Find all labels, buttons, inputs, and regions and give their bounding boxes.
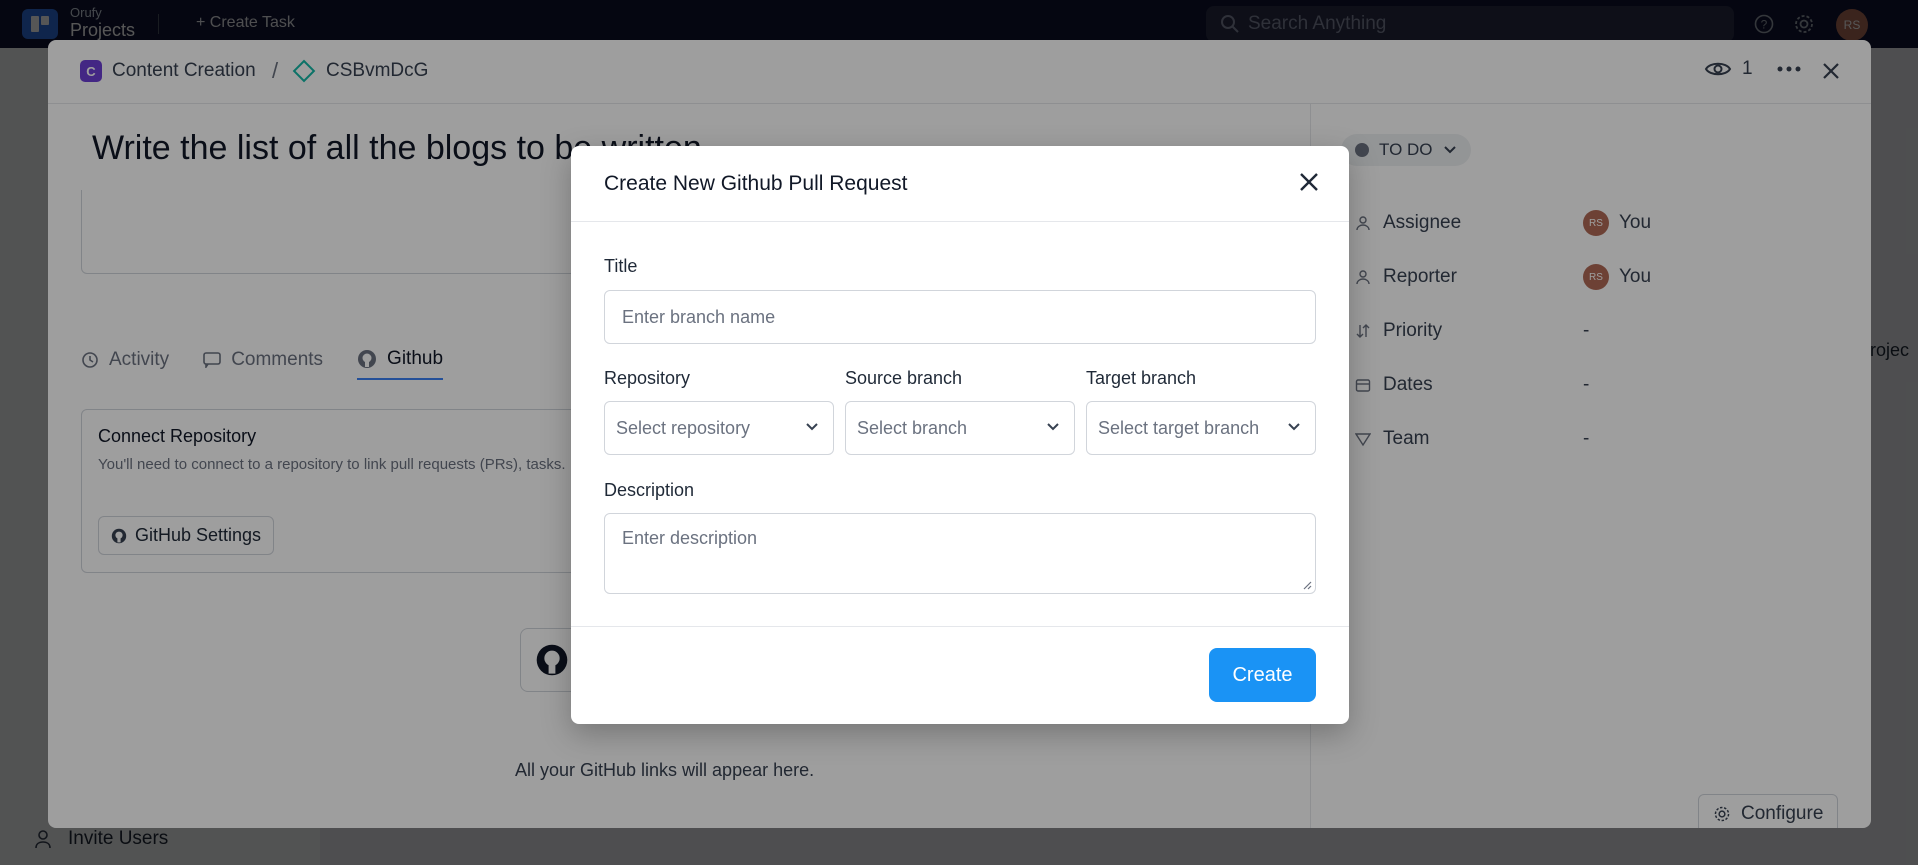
create-pull-request-dialog: Create New Github Pull Request Title Ent… (571, 146, 1349, 724)
title-field-label: Title (604, 256, 638, 276)
dialog-header: Create New Github Pull Request (571, 146, 1349, 222)
source-branch-select[interactable]: Select branch (845, 401, 1075, 455)
chevron-down-icon (806, 423, 818, 431)
select-placeholder: Select repository (616, 417, 751, 438)
repository-label: Repository (604, 368, 691, 388)
target-branch-select[interactable]: Select target branch (1086, 401, 1316, 455)
resize-handle-icon[interactable] (1302, 580, 1312, 590)
repository-select[interactable]: Select repository (604, 401, 834, 455)
description-label: Description (604, 480, 695, 500)
textarea-placeholder: Enter description (622, 528, 758, 548)
dialog-title: Create New Github Pull Request (604, 172, 908, 195)
description-textarea[interactable]: Enter description (604, 513, 1316, 594)
select-placeholder: Select branch (857, 417, 968, 438)
input-placeholder: Enter branch name (622, 306, 776, 327)
source-branch-label: Source branch (845, 368, 963, 388)
close-icon[interactable] (1295, 168, 1323, 196)
select-placeholder: Select target branch (1098, 417, 1260, 438)
target-branch-label: Target branch (1086, 368, 1197, 388)
chevron-down-icon (1047, 423, 1059, 431)
branch-name-input[interactable]: Enter branch name (604, 290, 1316, 344)
chevron-down-icon (1288, 423, 1300, 431)
create-button[interactable]: Create (1209, 648, 1316, 702)
